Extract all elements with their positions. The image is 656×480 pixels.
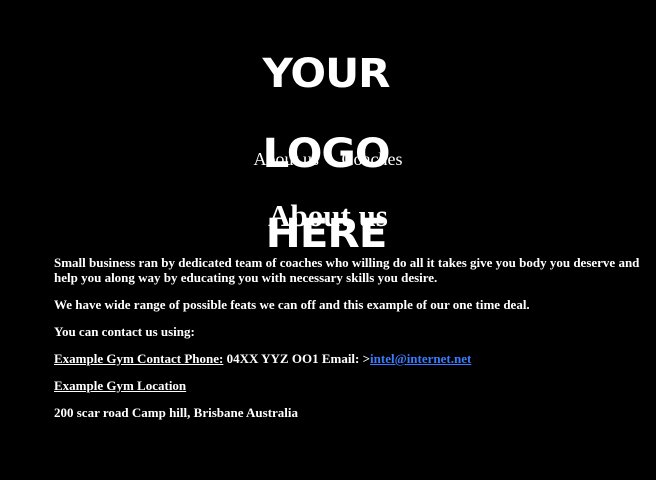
phone-value: 04XX YYZ OO1 Email: > [223, 351, 371, 366]
about-content: Small business ran by dedicated team of … [54, 255, 652, 432]
email-link[interactable]: intel@internet.net [370, 351, 471, 366]
address-text: 200 scar road Camp hill, Brisbane Austra… [54, 405, 299, 420]
logo-line-1: YOUR [262, 51, 391, 97]
offer-paragraph: We have wide range of possible feats we … [54, 297, 530, 312]
page-title: About us [268, 198, 388, 233]
nav-link-coaches[interactable]: Coaches [342, 149, 403, 169]
location-label: Example Gym Location [54, 378, 187, 393]
location-paragraph: Example Gym Location [54, 378, 652, 393]
intro-paragraph: Small business ran by dedicated team of … [54, 255, 640, 285]
contact-intro: You can contact us using: [54, 324, 195, 339]
main-nav: About us Coaches [0, 148, 656, 170]
contact-line: Example Gym Contact Phone: 04XX YYZ OO1 … [54, 351, 652, 366]
nav-link-about[interactable]: About us [254, 149, 320, 169]
phone-label: Example Gym Contact Phone: [54, 351, 224, 366]
